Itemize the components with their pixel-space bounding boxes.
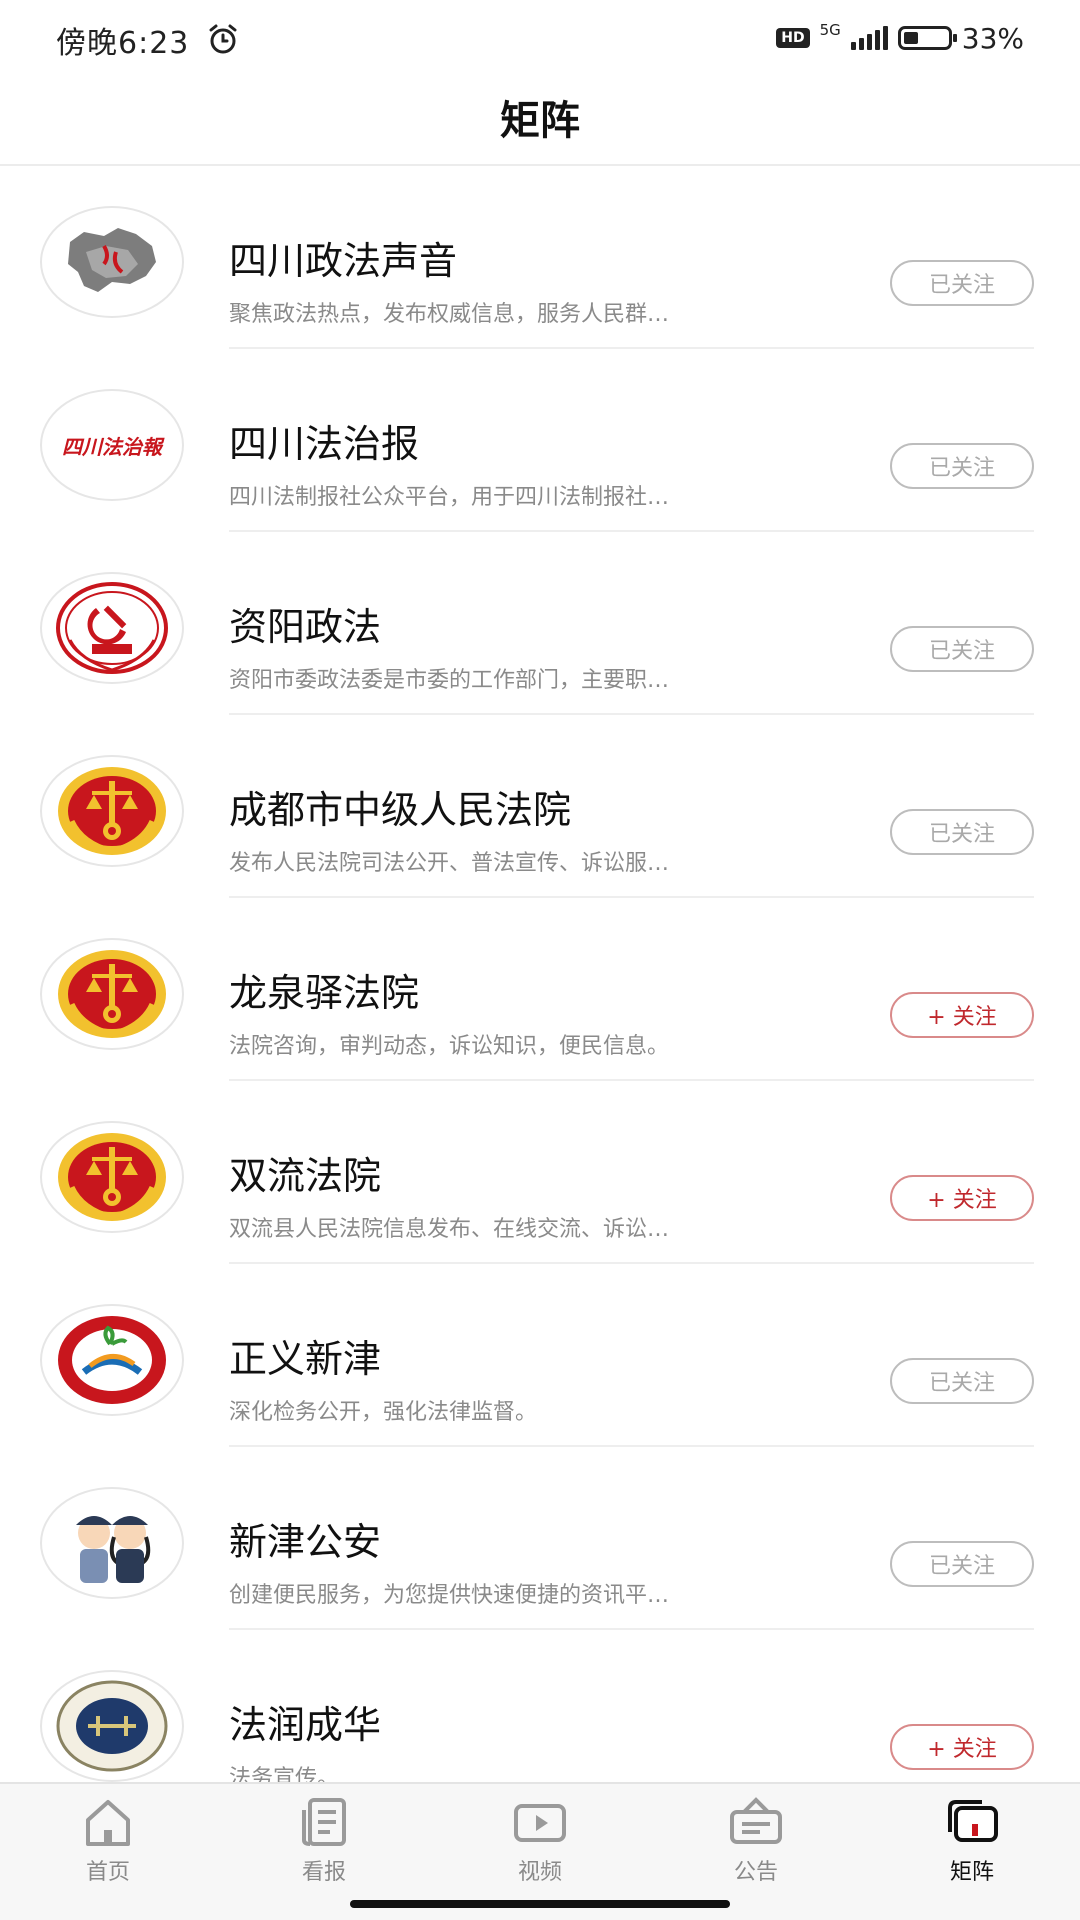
list-item[interactable]: 四川法治報 四川法治报四川法制报社公众平台，用于四川法制报社… 已关注 — [0, 349, 1080, 532]
followed-button[interactable]: 已关注 — [890, 1358, 1034, 1404]
followed-button[interactable]: 已关注 — [890, 443, 1034, 489]
court-emblem-logo[interactable] — [40, 755, 184, 867]
account-description: 双流县人民法院信息发布、在线交流、诉讼… — [229, 1217, 670, 1242]
home-icon — [86, 1800, 130, 1846]
battery-icon — [897, 26, 957, 50]
calligraphy-logo[interactable]: 四川法治報 — [40, 389, 184, 501]
video-play-icon — [514, 1804, 566, 1842]
list-item[interactable]: 资阳政法资阳市委政法委是市委的工作部门，主要职… 已关注 — [0, 532, 1080, 715]
nav-item-video-play[interactable]: 视频 — [432, 1794, 648, 1904]
account-title[interactable]: 龙泉驿法院 — [229, 962, 419, 1017]
nav-item-matrix[interactable]: 矩阵 — [864, 1794, 1080, 1904]
followed-button[interactable]: 已关注 — [890, 260, 1034, 306]
account-description: 聚焦政法热点，发布权威信息，服务人民群… — [229, 302, 670, 327]
court-emblem-logo[interactable] — [40, 938, 184, 1050]
status-time: 傍晚6:23 — [56, 26, 190, 61]
nav-item-newspaper[interactable]: 看报 — [216, 1794, 432, 1904]
account-title[interactable]: 双流法院 — [229, 1145, 381, 1200]
account-description: 四川法制报社公众平台，用于四川法制报社… — [229, 485, 670, 510]
account-title[interactable]: 四川政法声音 — [229, 230, 457, 285]
nav-item-announcement[interactable]: 公告 — [648, 1794, 864, 1904]
nav-label: 看报 — [301, 1860, 346, 1885]
list-item[interactable]: 新津公安创建便民服务，为您提供快速便捷的资讯平… 已关注 — [0, 1447, 1080, 1630]
signal-strength-icon — [850, 26, 888, 50]
page-title: 矩阵 — [500, 98, 580, 144]
follow-button[interactable]: + 关注 — [890, 992, 1034, 1038]
hd-badge: HD — [776, 28, 810, 48]
follow-button[interactable]: + 关注 — [890, 1175, 1034, 1221]
status-bar: 傍晚6:23 HD 5G 33% — [0, 0, 1080, 80]
account-title[interactable]: 正义新津 — [229, 1328, 381, 1383]
nav-item-home[interactable]: 首页 — [0, 1794, 216, 1904]
list-item[interactable]: 成都市中级人民法院发布人民法院司法公开、普法宣传、诉讼服… 已关注 — [0, 715, 1080, 898]
nav-label: 矩阵 — [949, 1860, 994, 1885]
alarm-clock-icon — [209, 24, 237, 54]
account-description: 资阳市委政法委是市委的工作部门，主要职… — [229, 668, 670, 693]
account-description: 法院咨询，审判动态，诉讼知识，便民信息。 — [229, 1034, 670, 1059]
newspaper-icon — [302, 1798, 346, 1846]
battery-percent: 33% — [961, 21, 1024, 55]
procuratorate-logo[interactable] — [40, 1304, 184, 1416]
account-title[interactable]: 成都市中级人民法院 — [229, 779, 571, 834]
follow-button[interactable]: + 关注 — [890, 1724, 1034, 1770]
chenghua-law-logo[interactable] — [40, 1670, 184, 1782]
followed-button[interactable]: 已关注 — [890, 1541, 1034, 1587]
home-indicator — [350, 1900, 730, 1908]
party-emblem-logo[interactable] — [40, 572, 184, 684]
police-cartoon-logo[interactable] — [40, 1487, 184, 1599]
network-type-label: 5G — [819, 21, 841, 39]
battery-fill — [903, 32, 918, 44]
nav-label: 视频 — [517, 1860, 562, 1885]
account-description: 发布人民法院司法公开、普法宣传、诉讼服… — [229, 851, 670, 876]
account-title[interactable]: 新津公安 — [229, 1511, 381, 1566]
matrix-icon — [948, 1800, 998, 1842]
sichuan-map-logo[interactable] — [40, 206, 184, 318]
list-item[interactable]: 双流法院双流县人民法院信息发布、在线交流、诉讼… + 关注 — [0, 1081, 1080, 1264]
account-description: 法务宣传。 — [229, 1766, 340, 1782]
followed-button[interactable]: 已关注 — [890, 626, 1034, 672]
nav-label: 首页 — [85, 1860, 130, 1885]
account-description: 创建便民服务，为您提供快速便捷的资讯平… — [229, 1583, 670, 1608]
account-list[interactable]: 四川政法声音 聚焦政法热点，发布权威信息，服务人民群… 已关注 四川法治報 四川法治报四… — [0, 166, 1080, 1782]
account-title[interactable]: 四川法治报 — [229, 413, 419, 468]
account-title[interactable]: 资阳政法 — [229, 596, 381, 651]
logo-calligraphy-text: 四川法治報 — [62, 434, 162, 459]
list-item[interactable]: 四川政法声音聚焦政法热点，发布权威信息，服务人民群… 已关注 — [0, 166, 1080, 349]
list-item[interactable]: 正义新津深化检务公开，强化法律监督。 已关注 — [0, 1264, 1080, 1447]
nav-label: 公告 — [733, 1860, 778, 1885]
list-item[interactable]: 法润成华法务宣传。 + 关注 — [0, 1630, 1080, 1782]
account-title[interactable]: 法润成华 — [229, 1694, 381, 1749]
followed-button[interactable]: 已关注 — [890, 809, 1034, 855]
court-emblem-logo[interactable] — [40, 1121, 184, 1233]
list-item[interactable]: 龙泉驿法院法院咨询，审判动态，诉讼知识，便民信息。 + 关注 — [0, 898, 1080, 1081]
account-description: 深化检务公开，强化法律监督。 — [229, 1400, 538, 1425]
announcement-icon — [730, 1797, 782, 1844]
